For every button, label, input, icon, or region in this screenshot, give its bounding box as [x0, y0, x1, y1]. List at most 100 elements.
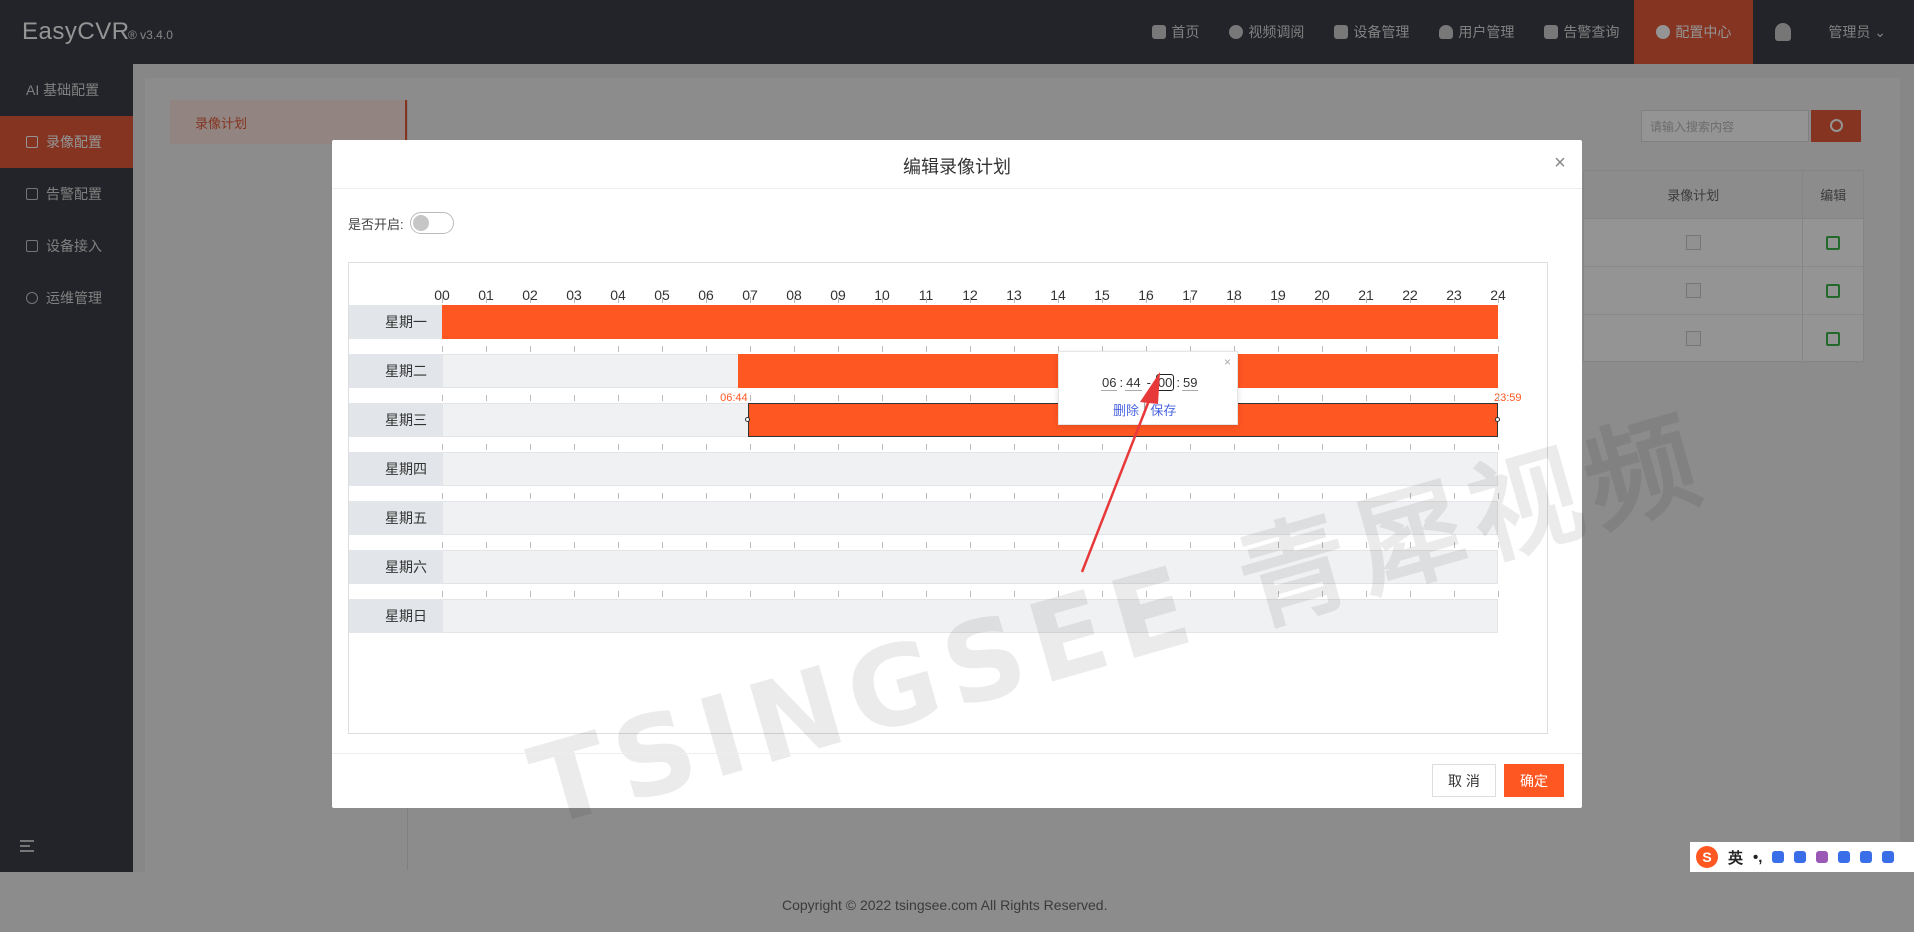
hour-tick	[750, 346, 751, 352]
hour-tick	[662, 297, 663, 303]
time-edit-popup: × 06: 44 - 00: 59 删除 | 保存	[1058, 351, 1238, 425]
time-segment[interactable]	[442, 305, 1498, 339]
day-track[interactable]	[442, 550, 1498, 584]
hour-tick	[1322, 542, 1323, 548]
hour-tick	[1322, 591, 1323, 597]
hour-tick	[1454, 591, 1455, 597]
hour-tick	[1058, 542, 1059, 548]
hour-tick	[794, 591, 795, 597]
hour-tick	[1322, 493, 1323, 499]
hour-tick	[1278, 297, 1279, 303]
cancel-button[interactable]: 取 消	[1432, 764, 1496, 797]
hour-tick	[1322, 444, 1323, 450]
hour-tick	[706, 297, 707, 303]
day-track[interactable]	[442, 599, 1498, 633]
skin-icon[interactable]	[1816, 851, 1829, 863]
hour-tick	[970, 493, 971, 499]
save-link[interactable]: 保存	[1150, 400, 1176, 419]
enable-row: 是否开启:	[348, 212, 454, 234]
hour-tick	[1454, 395, 1455, 401]
hour-tick	[1146, 591, 1147, 597]
hour-tick	[1410, 493, 1411, 499]
hour-tick	[1410, 346, 1411, 352]
hour-tick	[1322, 297, 1323, 303]
hour-tick	[1190, 297, 1191, 303]
hour-tick	[662, 395, 663, 401]
delete-link[interactable]: 删除	[1113, 400, 1139, 419]
hour-tick	[882, 542, 883, 548]
hour-tick	[970, 444, 971, 450]
hour-tick	[838, 444, 839, 450]
hour-tick	[662, 591, 663, 597]
popup-actions: 删除 | 保存	[1113, 400, 1176, 419]
hour-tick	[882, 297, 883, 303]
hour-tick	[574, 444, 575, 450]
resize-handle[interactable]	[744, 417, 750, 422]
hour-tick	[882, 346, 883, 352]
hour-tick	[1278, 395, 1279, 401]
hour-tick	[530, 542, 531, 548]
ime-logo-icon[interactable]: S	[1696, 846, 1718, 868]
hour-tick	[1190, 444, 1191, 450]
day-track[interactable]	[442, 452, 1498, 486]
resize-handle[interactable]	[1495, 417, 1500, 422]
end-hour-input[interactable]: 00	[1155, 374, 1175, 391]
hour-tick	[486, 591, 487, 597]
close-icon[interactable]: ×	[1224, 355, 1231, 369]
hour-tick	[750, 591, 751, 597]
link-divider: |	[1143, 400, 1147, 415]
hour-tick	[442, 444, 443, 450]
start-hour-input[interactable]: 06	[1101, 375, 1118, 391]
hour-tick	[442, 542, 443, 548]
end-minute-input[interactable]: 59	[1182, 375, 1199, 391]
toolbox-icon[interactable]	[1838, 851, 1851, 863]
hour-tick	[1014, 297, 1015, 303]
hour-tick	[1366, 346, 1367, 352]
hour-tick	[1454, 493, 1455, 499]
hour-tick	[706, 591, 707, 597]
hour-tick	[574, 395, 575, 401]
mic-icon[interactable]	[1772, 851, 1785, 863]
confirm-button[interactable]: 确定	[1504, 764, 1564, 797]
close-icon[interactable]: ×	[1550, 153, 1570, 173]
hour-tick	[1146, 297, 1147, 303]
hour-tick	[618, 395, 619, 401]
ime-language[interactable]: 英	[1728, 847, 1743, 868]
hour-tick	[662, 444, 663, 450]
settings-icon[interactable]	[1882, 851, 1895, 863]
dialog-title: 编辑录像计划	[903, 157, 1011, 177]
hour-tick	[1014, 346, 1015, 352]
hour-tick	[1454, 297, 1455, 303]
hour-tick	[442, 591, 443, 597]
start-minute-input[interactable]: 44	[1125, 375, 1142, 391]
hour-tick	[1102, 493, 1103, 499]
hour-tick	[970, 591, 971, 597]
hour-tick	[662, 346, 663, 352]
hour-tick	[1498, 542, 1499, 548]
hour-tick	[486, 542, 487, 548]
hour-tick	[706, 346, 707, 352]
hour-tick	[1190, 493, 1191, 499]
schedule-grid: 00 01 02 03 04 05 06 07 08 09 10 11 12 13 14 15 16 17 18 19…	[348, 262, 1721, 852]
hour-tick	[1014, 493, 1015, 499]
ime-toolbar: S 英 •,	[1690, 842, 1914, 872]
hour-tick	[530, 493, 531, 499]
hour-tick	[750, 542, 751, 548]
enable-switch[interactable]	[409, 212, 454, 234]
hour-tick	[882, 493, 883, 499]
hour-tick	[706, 395, 707, 401]
hour-tick	[618, 297, 619, 303]
hour-tick	[838, 542, 839, 548]
hour-tick	[486, 395, 487, 401]
hour-tick	[926, 542, 927, 548]
hour-tick	[486, 297, 487, 303]
keyboard-icon[interactable]	[1794, 851, 1807, 863]
grid-icon[interactable]	[1860, 851, 1873, 863]
hour-tick	[1234, 591, 1235, 597]
hour-tick	[574, 542, 575, 548]
hour-tick	[662, 542, 663, 548]
hour-tick	[574, 493, 575, 499]
day-track[interactable]	[442, 501, 1498, 535]
hour-tick	[838, 297, 839, 303]
ime-punctuation[interactable]: •,	[1753, 849, 1762, 866]
